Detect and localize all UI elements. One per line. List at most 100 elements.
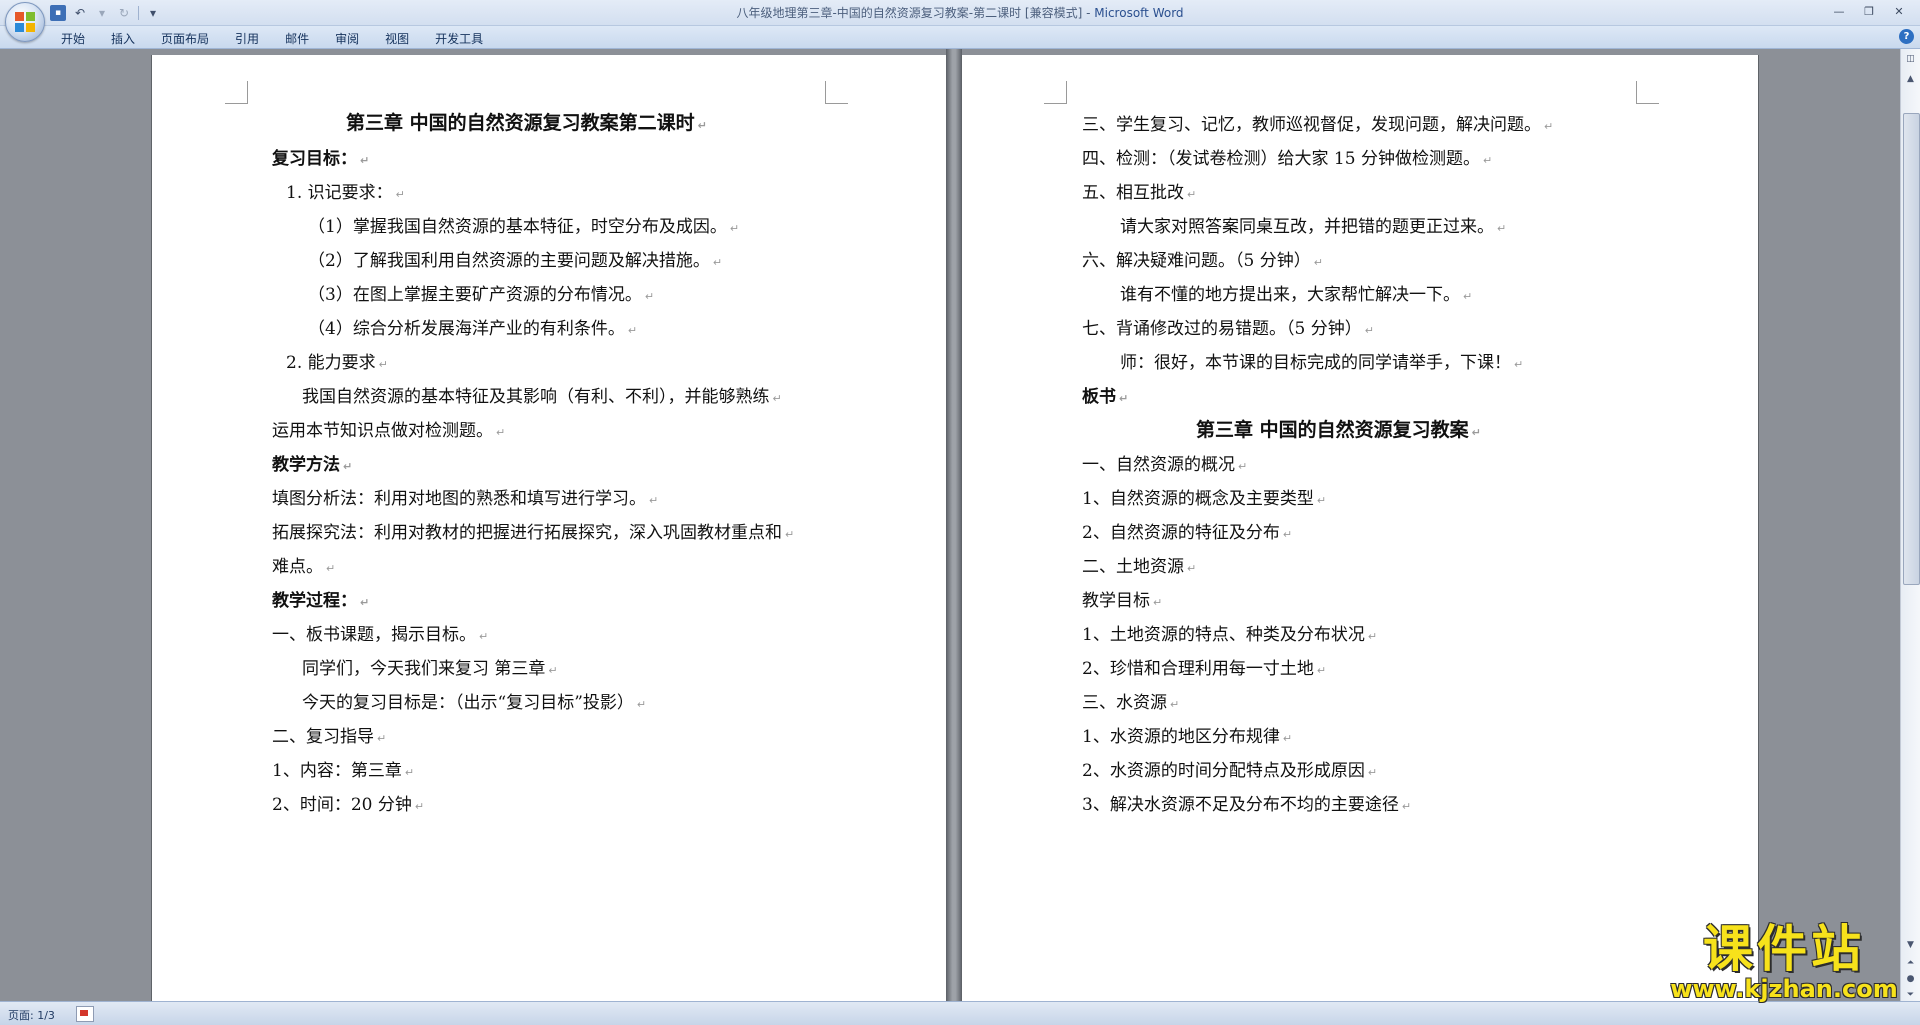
tab-mailings[interactable]: 邮件: [272, 28, 322, 48]
right-page-paragraph[interactable]: 师：很好，本节课的目标完成的同学请举手，下课！ ↵: [1120, 353, 1523, 375]
close-icon[interactable]: ✕: [1886, 2, 1912, 20]
left-page-paragraph[interactable]: （2）了解我国利用自然资源的主要问题及解决措施。 ↵: [308, 251, 722, 273]
right-page-paragraph[interactable]: 四、检测：（发试卷检测）给大家 15 分钟做检测题。 ↵: [1082, 149, 1492, 171]
right-page-paragraph[interactable]: 2、水资源的时间分配特点及形成原因 ↵: [1082, 761, 1377, 783]
paragraph-text: 第三章 中国的自然资源复习教案第二课时: [346, 112, 695, 134]
left-page-paragraph[interactable]: 同学们，今天我们来复习 第三章 ↵: [302, 659, 558, 681]
document-name: 八年级地理第三章-中国的自然资源复习教案-第二课时 [兼容模式]: [736, 6, 1083, 20]
right-page-heading[interactable]: 第三章 中国的自然资源复习教案 ↵: [1196, 420, 1481, 443]
tab-view[interactable]: 视图: [372, 28, 422, 48]
left-page-paragraph[interactable]: 运用本节知识点做对检测题。 ↵: [272, 421, 505, 443]
minimize-icon[interactable]: —: [1826, 2, 1852, 20]
left-page-paragraph[interactable]: （3）在图上掌握主要矿产资源的分布情况。 ↵: [308, 285, 654, 307]
left-page-paragraph[interactable]: 1. 识记要求： ↵: [286, 183, 405, 205]
ruler-toggle-icon[interactable]: ◫: [1903, 51, 1918, 66]
ribbon-tab-bar: 开始 插入 页面布局 引用 邮件 审阅 视图 开发工具 ?: [0, 26, 1920, 49]
help-icon[interactable]: ?: [1899, 29, 1914, 44]
left-page-paragraph[interactable]: 难点。 ↵: [272, 557, 335, 579]
right-page-paragraph[interactable]: 请大家对照答案同桌互改，并把错的题更正过来。 ↵: [1120, 217, 1506, 239]
paragraph-mark-icon: ↵: [627, 324, 638, 337]
left-page-paragraph[interactable]: 教学方法 ↵: [272, 455, 352, 477]
right-page-paragraph[interactable]: 二、土地资源 ↵: [1082, 557, 1196, 579]
paragraph-mark-icon: ↵: [1282, 732, 1293, 745]
paragraph-text: 第三章 中国的自然资源复习教案: [1196, 419, 1469, 441]
left-page-paragraph[interactable]: 2. 能力要求 ↵: [286, 353, 388, 375]
right-page-paragraph[interactable]: 七、背诵修改过的易错题。（5 分钟） ↵: [1082, 319, 1374, 341]
restore-icon[interactable]: ❐: [1856, 2, 1882, 20]
tab-review[interactable]: 审阅: [322, 28, 372, 48]
page-count-status[interactable]: 页面: 1/3: [8, 1007, 55, 1023]
paragraph-mark-icon: ↵: [1153, 596, 1163, 609]
paragraph-text: 1. 识记要求：: [286, 183, 393, 203]
paragraph-mark-icon: ↵: [1187, 188, 1197, 201]
paragraph-text: 六、解决疑难问题。（5 分钟）: [1082, 251, 1311, 271]
paragraph-mark-icon: ↵: [326, 562, 336, 575]
document-area[interactable]: 第三章 中国的自然资源复习教案第二课时 ↵ 复习目标： ↵ 1. 识记要求： ↵ （1）掌握…: [0, 49, 1900, 1001]
next-page-icon[interactable]: ⏷: [1903, 987, 1918, 1002]
right-page-paragraph[interactable]: 三、学生复习、记忆，教师巡视督促，发现问题，解决问题。 ↵: [1082, 115, 1553, 137]
paragraph-text: 四、检测：（发试卷检测）给大家 15 分钟做检测题。: [1082, 149, 1480, 169]
page-2[interactable]: 三、学生复习、记忆，教师巡视督促，发现问题，解决问题。 ↵ 四、检测：（发试卷检测）…: [962, 55, 1758, 1001]
left-page-paragraph[interactable]: 拓展探究法：利用对教材的把握进行拓展探究，深入巩固教材重点和 ↵: [272, 523, 794, 545]
proofing-status-icon[interactable]: [76, 1006, 94, 1022]
paragraph-mark-icon: ↵: [360, 596, 370, 609]
title-bar: ▪ ↶ ▾ ↻ ▾ 八年级地理第三章-中国的自然资源复习教案-第二课时 [兼容模…: [0, 0, 1920, 26]
paragraph-text: 教学方法: [272, 455, 340, 475]
office-button[interactable]: [5, 2, 45, 42]
tab-page-layout[interactable]: 页面布局: [148, 28, 222, 48]
paragraph-text: 运用本节知识点做对检测题。: [272, 421, 493, 441]
left-page-paragraph[interactable]: 填图分析法：利用对地图的熟悉和填写进行学习。 ↵: [272, 489, 658, 511]
left-page-paragraph[interactable]: 今天的复习目标是：（出示“复习目标”投影） ↵: [302, 693, 646, 715]
select-browse-object-icon[interactable]: ●: [1903, 971, 1918, 986]
left-page-paragraph[interactable]: 二、复习指导 ↵: [272, 727, 386, 749]
right-page-paragraph[interactable]: 1、自然资源的概念及主要类型 ↵: [1082, 489, 1326, 511]
vertical-scrollbar[interactable]: ◫ ▲ ▼ ⏶ ● ⏷: [1900, 49, 1920, 1001]
previous-page-icon[interactable]: ⏶: [1903, 955, 1918, 970]
right-page-paragraph[interactable]: 3、解决水资源不足及分布不均的主要途径 ↵: [1082, 795, 1411, 817]
left-page-paragraph[interactable]: 1、内容：第三章 ↵: [272, 761, 414, 783]
paragraph-text: 2、时间：20 分钟: [272, 795, 412, 815]
paragraph-text: 教学目标: [1082, 591, 1150, 611]
tab-insert[interactable]: 插入: [98, 28, 148, 48]
tab-references[interactable]: 引用: [222, 28, 272, 48]
right-page-paragraph[interactable]: 一、自然资源的概况 ↵: [1082, 455, 1247, 477]
paragraph-mark-icon: ↵: [1463, 290, 1473, 303]
app-name: Microsoft Word: [1094, 6, 1184, 20]
right-page-paragraph[interactable]: 2、珍惜和合理利用每一寸土地 ↵: [1082, 659, 1326, 681]
paragraph-mark-icon: ↵: [1471, 426, 1481, 439]
paragraph-mark-icon: ↵: [1238, 460, 1248, 473]
right-page-paragraph[interactable]: 六、解决疑难问题。（5 分钟） ↵: [1082, 251, 1323, 273]
left-page-paragraph[interactable]: （1）掌握我国自然资源的基本特征，时空分布及成因。 ↵: [308, 217, 739, 239]
paragraph-mark-icon: ↵: [1364, 324, 1374, 337]
left-page-paragraph[interactable]: 教学过程： ↵: [272, 591, 369, 613]
right-page-paragraph[interactable]: 谁有不懂的地方提出来，大家帮忙解决一下。 ↵: [1120, 285, 1472, 307]
paragraph-text: 一、自然资源的概况: [1082, 455, 1235, 475]
tab-developer[interactable]: 开发工具: [422, 28, 496, 48]
right-page-paragraph[interactable]: 1、土地资源的特点、种类及分布状况 ↵: [1082, 625, 1377, 647]
paragraph-text: 三、学生复习、记忆，教师巡视督促，发现问题，解决问题。: [1082, 115, 1541, 135]
right-page-paragraph[interactable]: 五、相互批改 ↵: [1082, 183, 1196, 205]
office-logo-icon: [15, 12, 35, 32]
left-page-paragraph[interactable]: （4）综合分析发展海洋产业的有利条件。 ↵: [308, 319, 637, 341]
scroll-thumb[interactable]: [1903, 113, 1920, 585]
left-page-paragraph[interactable]: 2、时间：20 分钟 ↵: [272, 795, 424, 817]
left-page-paragraph[interactable]: 我国自然资源的基本特征及其影响（有利、不利），并能够熟练 ↵: [302, 387, 782, 409]
paragraph-text: 复习目标：: [272, 149, 357, 169]
scroll-up-icon[interactable]: ▲: [1903, 71, 1918, 86]
crop-mark-top-right: [825, 81, 848, 104]
paragraph-text: 2、自然资源的特征及分布: [1082, 523, 1280, 543]
paragraph-mark-icon: ↵: [360, 154, 370, 167]
right-page-paragraph[interactable]: 1、水资源的地区分布规律 ↵: [1082, 727, 1292, 749]
tab-home[interactable]: 开始: [48, 28, 98, 48]
right-page-paragraph[interactable]: 2、自然资源的特征及分布 ↵: [1082, 523, 1292, 545]
page-1[interactable]: 第三章 中国的自然资源复习教案第二课时 ↵ 复习目标： ↵ 1. 识记要求： ↵ （1）掌握…: [152, 55, 946, 1001]
scroll-down-icon[interactable]: ▼: [1903, 937, 1918, 952]
left-page-heading[interactable]: 第三章 中国的自然资源复习教案第二课时 ↵: [346, 113, 707, 136]
left-page-paragraph[interactable]: 一、板书课题，揭示目标。 ↵: [272, 625, 488, 647]
paragraph-mark-icon: ↵: [772, 392, 782, 405]
left-page-paragraph[interactable]: 复习目标： ↵: [272, 149, 369, 171]
right-page-paragraph[interactable]: 教学目标 ↵: [1082, 591, 1162, 613]
right-page-paragraph[interactable]: 板书 ↵: [1082, 387, 1128, 409]
paragraph-text: 拓展探究法：利用对教材的把握进行拓展探究，深入巩固教材重点和: [272, 523, 782, 543]
right-page-paragraph[interactable]: 三、水资源 ↵: [1082, 693, 1179, 715]
